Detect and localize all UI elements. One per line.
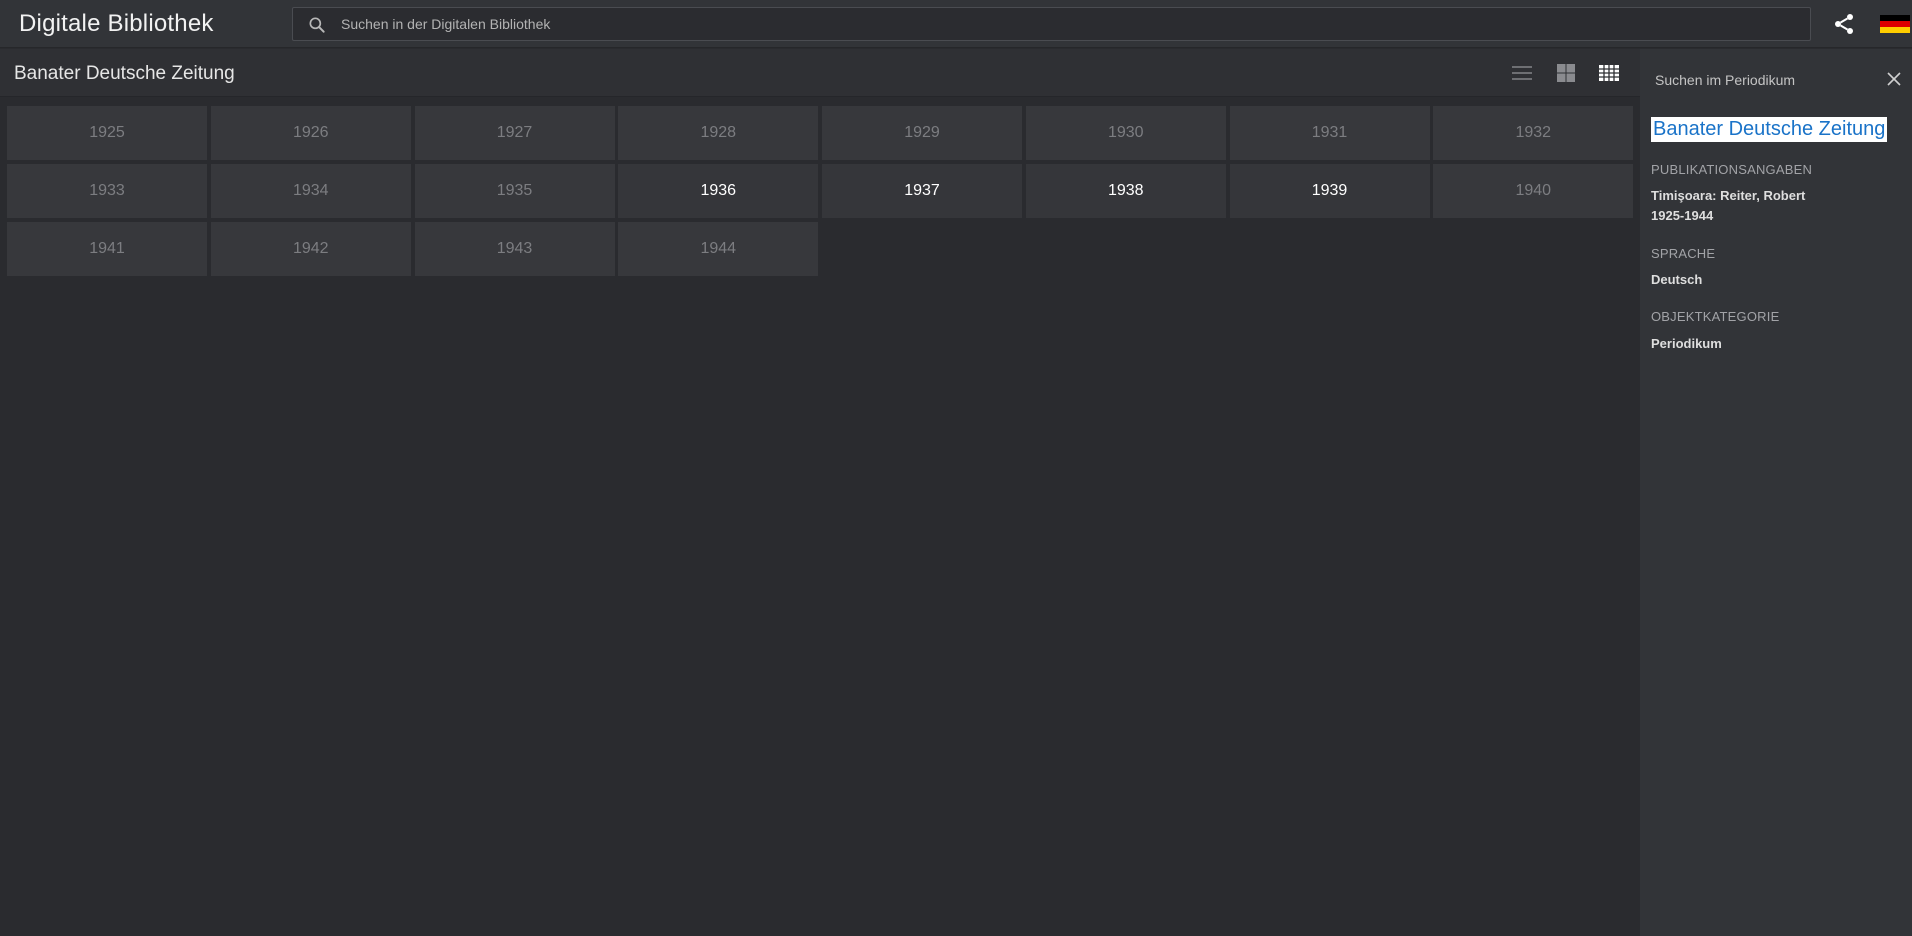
search-input[interactable]	[341, 8, 1791, 40]
top-bar: Digitale Bibliothek	[0, 0, 1912, 48]
app-title[interactable]: Digitale Bibliothek	[19, 10, 214, 38]
year-tile[interactable]: 1931	[1229, 106, 1430, 160]
year-tile[interactable]: 1935	[414, 164, 615, 218]
publication-label: PUBLIKATIONSANGABEN	[1651, 162, 1813, 177]
year-tile[interactable]: 1936	[618, 164, 819, 218]
language-label: SPRACHE	[1651, 246, 1716, 261]
search-periodical-button[interactable]: Suchen im Periodikum	[1655, 72, 1795, 88]
year-tile[interactable]: 1937	[822, 164, 1022, 218]
side-panel-title[interactable]: Banater Deutsche Zeitung	[1651, 117, 1888, 142]
year-tile[interactable]: 1939	[1229, 164, 1430, 218]
year-tile[interactable]: 1934	[210, 164, 411, 218]
publication-publisher: Timişoara: Reiter, Robert	[1651, 188, 1806, 203]
share-icon[interactable]	[1832, 12, 1856, 36]
periodical-title: Banater Deutsche Zeitung	[14, 63, 235, 84]
list-view-icon[interactable]	[1510, 61, 1534, 85]
grid-view-icon[interactable]	[1597, 61, 1621, 85]
year-tile[interactable]: 1930	[1025, 106, 1226, 160]
search-box[interactable]	[292, 7, 1811, 41]
close-icon[interactable]	[1886, 71, 1902, 87]
publication-years: 1925-1944	[1651, 208, 1714, 223]
year-tile[interactable]: 1932	[1433, 106, 1634, 160]
search-icon[interactable]	[307, 15, 327, 35]
year-tile[interactable]: 1942	[210, 222, 411, 276]
language-value: Deutsch	[1651, 272, 1703, 287]
year-tile[interactable]: 1938	[1025, 164, 1226, 218]
year-tile[interactable]: 1941	[7, 222, 207, 276]
year-tile[interactable]: 1929	[822, 106, 1022, 160]
category-label: OBJEKTKATEGORIE	[1651, 309, 1780, 324]
tile-view-icon[interactable]	[1554, 61, 1578, 85]
year-tile[interactable]: 1944	[618, 222, 819, 276]
language-flag-icon[interactable]	[1880, 15, 1910, 33]
year-tile[interactable]: 1925	[7, 106, 207, 160]
category-value: Periodikum	[1651, 336, 1722, 351]
year-tile[interactable]: 1940	[1433, 164, 1634, 218]
year-tile[interactable]: 1943	[414, 222, 615, 276]
year-tile[interactable]: 1926	[210, 106, 411, 160]
year-grid: 1925 1926 1927 1928 1929 1930 1931 1932 1933 1934…	[7, 106, 1634, 276]
side-panel: Suchen im Periodikum Banater Deutsche Ze…	[1640, 49, 1912, 936]
year-tile[interactable]: 1927	[414, 106, 615, 160]
year-tile[interactable]: 1933	[7, 164, 207, 218]
periodical-header: Banater Deutsche Zeitung	[0, 49, 1640, 97]
main-content: Banater Deutsche Zeitung 1925 1926 1927 19	[0, 49, 1640, 936]
year-tile[interactable]: 1928	[618, 106, 819, 160]
